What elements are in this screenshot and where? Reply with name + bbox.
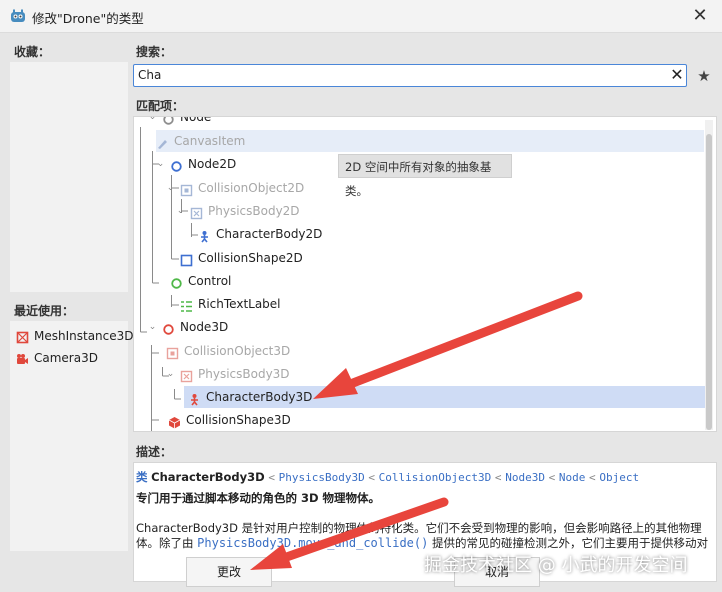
search-input-value: Cha — [138, 68, 162, 82]
recent-label: 最近使用： — [14, 304, 75, 318]
tree-item-collisionshape2d[interactable]: CollisionShape2D — [180, 247, 303, 269]
inherit-link[interactable]: Node3D — [505, 471, 545, 484]
tree-item-canvasitem[interactable]: CanvasItem — [156, 130, 704, 152]
tree-item-label: CanvasItem — [174, 134, 246, 148]
class-prefix: 类 — [136, 470, 148, 484]
physicsbody3d-icon — [180, 368, 193, 382]
inherit-link[interactable]: Node — [559, 471, 586, 484]
recent-item-label: MeshInstance3D — [34, 329, 134, 343]
inherit-separator: < — [494, 471, 502, 484]
recent-item-meshinstance3d[interactable]: MeshInstance3D — [16, 326, 134, 346]
collisionshape3d-icon — [168, 414, 181, 428]
control-icon — [170, 275, 183, 289]
favorites-list[interactable] — [10, 62, 128, 292]
inherit-link[interactable]: CollisionObject3D — [379, 471, 492, 484]
tree-item-label: PhysicsBody2D — [208, 204, 300, 218]
matches-label: 匹配项： — [136, 99, 185, 113]
recent-item-label: Camera3D — [34, 351, 98, 365]
inherit-separator: < — [548, 471, 556, 484]
tree-item-label: CollisionShape2D — [198, 251, 303, 265]
chevron-down-icon[interactable]: ⌄ — [148, 117, 157, 128]
method-link[interactable]: PhysicsBody3D.move_and_collide() — [197, 536, 428, 550]
inheritance-breadcrumb: 类 CharacterBody3D < PhysicsBody3D < Coll… — [136, 469, 639, 485]
search-input[interactable]: Cha ✕ — [133, 64, 687, 87]
long-description-line: 体。除了由 PhysicsBody3D.move_and_collide() 提… — [136, 535, 708, 551]
tree-item-label: PhysicsBody3D — [198, 367, 290, 381]
richtextlabel-icon — [180, 298, 193, 312]
chevron-down-icon[interactable]: ⌄ — [166, 177, 175, 199]
collisionshape2d-icon — [180, 252, 193, 266]
tree-scrollbar-thumb[interactable] — [706, 134, 712, 430]
tree-item-physicsbody3d[interactable]: ⌄ PhysicsBody3D — [166, 363, 290, 385]
node2d-icon — [170, 158, 183, 172]
characterbody3d-icon — [188, 391, 201, 406]
tree-item-label: CollisionObject2D — [198, 181, 305, 195]
tree-item-label: CollisionObject3D — [184, 344, 291, 358]
tree-item-characterbody3d[interactable]: CharacterBody3D — [184, 386, 710, 408]
inherit-link[interactable]: Object — [599, 471, 639, 484]
brief-description: 专门用于通过脚本移动的角色的 3D 物理物体。 — [136, 491, 381, 505]
window-title: 修改"Drone"的类型 — [32, 11, 144, 26]
favorite-star-icon[interactable]: ★ — [696, 68, 712, 84]
tree-item-label: CharacterBody3D — [206, 390, 313, 404]
tree-item-label: Node — [180, 116, 212, 124]
recent-item-camera3d[interactable]: Camera3D — [16, 348, 98, 368]
collisionobject2d-icon — [180, 182, 193, 196]
close-icon[interactable]: ✕ — [688, 4, 712, 28]
tree-item-label: CollisionShape3D — [186, 413, 291, 427]
tooltip: 2D 空间中所有对象的抽象基类。 — [338, 154, 512, 198]
tree-item-node3d[interactable]: ⌄ Node3D — [148, 316, 228, 338]
favorites-label: 收藏： — [14, 45, 51, 59]
tree-item-node2d[interactable]: ⌄ Node2D — [156, 153, 236, 175]
description-label: 描述： — [136, 445, 173, 459]
chevron-down-icon[interactable]: ⌄ — [156, 153, 165, 175]
long-description-text: 提供的常见的碰撞检测之外，它们主要用于提供移动对 — [432, 536, 708, 550]
godot-logo-icon — [10, 8, 26, 24]
class-name: CharacterBody3D — [151, 470, 265, 484]
tree-item-collisionobject2d[interactable]: ⌄ CollisionObject2D — [166, 177, 304, 199]
canvasitem-icon — [156, 135, 169, 149]
inherit-link[interactable]: PhysicsBody3D — [279, 471, 365, 484]
tree-item-node[interactable]: ⌄ Node — [148, 116, 212, 128]
chevron-down-icon[interactable]: ⌄ — [148, 316, 157, 338]
tree-item-control[interactable]: Control — [170, 270, 231, 292]
collisionobject3d-icon — [166, 345, 179, 359]
tree-item-label: RichTextLabel — [198, 297, 281, 311]
change-button[interactable]: 更改 — [186, 557, 272, 587]
tree-item-label: Node2D — [188, 157, 237, 171]
chevron-down-icon[interactable]: ⌄ — [166, 363, 175, 385]
tree-item-label: Node3D — [180, 320, 229, 334]
inherit-separator: < — [368, 471, 376, 484]
meshinstance3d-icon — [16, 330, 29, 343]
tree-item-collisionshape3d[interactable]: CollisionShape3D — [168, 409, 291, 431]
tree-item-physicsbody2d[interactable]: ⌄ PhysicsBody2D — [176, 200, 300, 222]
clear-search-icon[interactable]: ✕ — [668, 65, 686, 85]
inherit-separator: < — [268, 471, 275, 484]
tree-item-characterbody2d[interactable]: CharacterBody2D — [198, 223, 322, 245]
chevron-down-icon[interactable]: ⌄ — [176, 200, 185, 222]
watermark: 掘金技术社区 @ 小武的开发空间 — [424, 555, 688, 576]
search-label: 搜索： — [136, 45, 173, 59]
characterbody2d-icon — [198, 228, 211, 243]
tree-item-richtextlabel[interactable]: RichTextLabel — [180, 293, 281, 315]
physicsbody2d-icon — [190, 205, 203, 219]
tree-item-collisionobject3d[interactable]: CollisionObject3D — [166, 340, 290, 362]
inherit-separator: < — [589, 471, 596, 484]
long-description-line: CharacterBody3D 是针对用户控制的物理体的特化类。它们不会受到物理… — [136, 521, 702, 535]
tree-item-label: CharacterBody2D — [216, 227, 323, 241]
node3d-icon — [162, 321, 175, 335]
tree-item-label: Control — [188, 274, 232, 288]
camera3d-icon — [16, 352, 29, 365]
node-icon — [162, 117, 175, 125]
long-description-text: 体。除了由 — [136, 536, 194, 550]
